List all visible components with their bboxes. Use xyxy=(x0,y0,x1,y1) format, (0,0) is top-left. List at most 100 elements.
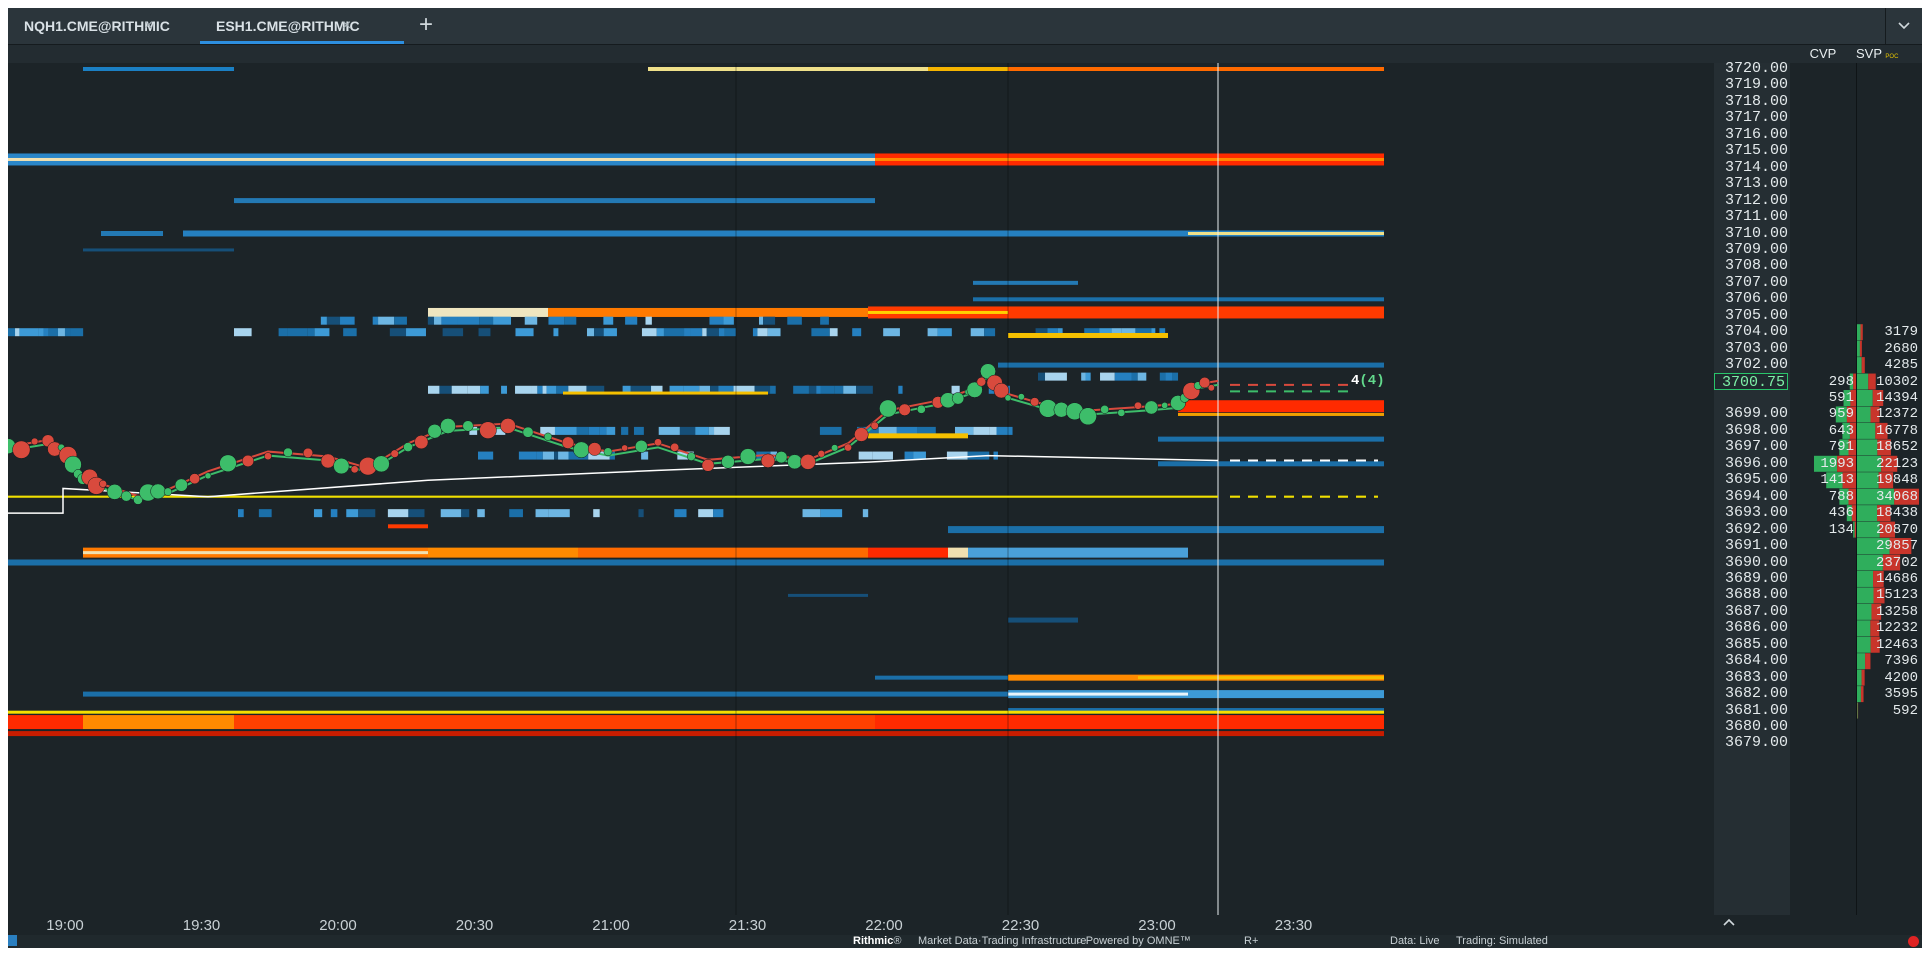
liquidity-band xyxy=(868,433,968,439)
liquidity-cell xyxy=(38,328,44,337)
liquidity-band xyxy=(1138,676,1384,680)
tab-nqh1[interactable]: NQH1.CME@RITHMIC × xyxy=(8,8,200,44)
svp-value: 14394 xyxy=(1875,390,1918,406)
cvp-value: 1993 xyxy=(1820,455,1854,472)
time-axis[interactable]: 19:00 19:30 20:00 20:30 21:00 21:30 22:00 22:30… xyxy=(8,915,1714,935)
liquidity-band xyxy=(548,307,868,317)
liquidity-cell xyxy=(537,385,543,394)
liquidity-cell xyxy=(358,509,376,518)
liquidity-band xyxy=(563,391,768,395)
liquidity-cell xyxy=(451,385,468,394)
svp-buy-bar xyxy=(1857,587,1874,604)
tab-esh1[interactable]: ESH1.CME@RITHMIC × xyxy=(200,8,404,44)
liquidity-cell xyxy=(346,509,359,518)
plus-icon[interactable]: + xyxy=(412,12,440,40)
cvp-value: 1413 xyxy=(1820,472,1854,489)
sell-bubble xyxy=(99,479,107,488)
cvp-value: 791 xyxy=(1828,439,1854,456)
liquidity-cell xyxy=(326,316,341,325)
time-label: 22:00 xyxy=(865,917,903,934)
liquidity-cell xyxy=(679,426,696,435)
svp-value: 592 xyxy=(1892,702,1918,719)
close-icon[interactable]: × xyxy=(342,17,351,35)
price-tick: 3686.00 xyxy=(1724,619,1788,637)
liquidity-cell xyxy=(843,385,857,394)
liquidity-cell xyxy=(554,451,559,460)
heatmap-chart[interactable] xyxy=(8,63,1714,915)
svp-value: 16778 xyxy=(1875,422,1918,439)
svp-buy-bar xyxy=(1857,570,1874,587)
powered-by-label: Powered by OMNE™ xyxy=(1085,935,1191,947)
price-tick: 3720.00 xyxy=(1724,60,1788,77)
liquidity-band xyxy=(1188,232,1384,235)
time-label: 23:30 xyxy=(1274,917,1313,934)
liquidity-cell xyxy=(1137,372,1147,381)
sell-bubble xyxy=(500,418,516,434)
tab-bar: NQH1.CME@RITHMIC × ESH1.CME@RITHMIC × + xyxy=(8,8,1922,45)
svp-header-label: SVP xyxy=(1856,46,1882,61)
r-plus-badge[interactable]: R+ xyxy=(1244,935,1258,948)
cvp-value: 134 xyxy=(1828,521,1854,538)
price-axis[interactable]: 3720.00 3719.00 3718.00 3717.00 3716.00 3715.… xyxy=(1714,60,1790,915)
svp-value: 29857 xyxy=(1875,538,1918,555)
buy-bubble xyxy=(787,454,803,470)
cvp-value: 591 xyxy=(1828,390,1854,406)
buy-bubble xyxy=(440,418,456,434)
price-tick: 3713.00 xyxy=(1724,175,1788,193)
sell-bubble xyxy=(479,421,497,439)
price-tick: 3704.00 xyxy=(1724,323,1788,341)
liquidity-band xyxy=(83,691,1008,697)
cvp-header[interactable]: CVP xyxy=(1790,45,1856,63)
buy-bubble xyxy=(120,490,132,502)
sell-bubble xyxy=(241,454,255,467)
price-tick: 3718.00 xyxy=(1724,92,1788,110)
liquidity-cell xyxy=(603,328,617,337)
liquidity-cell xyxy=(1172,372,1179,381)
sell-bubble xyxy=(817,450,826,458)
price-tick: 3696.00 xyxy=(1724,454,1788,472)
close-icon[interactable]: × xyxy=(144,17,153,35)
liquidity-cell xyxy=(313,509,323,518)
liquidity-cell xyxy=(467,385,481,394)
liquidity-band xyxy=(1158,461,1384,467)
sell-bubble xyxy=(264,452,272,461)
time-label: 20:00 xyxy=(319,917,357,934)
liquidity-cell xyxy=(389,328,407,337)
chevron-down-icon[interactable] xyxy=(1885,8,1922,44)
liquidity-cell xyxy=(1045,372,1067,381)
liquidity-cell xyxy=(820,316,829,325)
liquidity-cell xyxy=(501,385,507,394)
liquidity-cell xyxy=(478,328,491,337)
price-tick: 3710.00 xyxy=(1724,224,1788,242)
svp-buy-bar xyxy=(1857,669,1862,686)
liquidity-band xyxy=(875,157,1384,161)
liquidity-cell xyxy=(996,426,1013,435)
liquidity-band xyxy=(83,551,428,555)
svp-buy-bar xyxy=(1857,702,1858,719)
liquidity-band xyxy=(1008,692,1188,696)
chevron-up-icon[interactable] xyxy=(1714,915,1744,935)
liquidity-cell xyxy=(695,426,709,435)
data-status: Data: Live xyxy=(1390,935,1440,947)
buy-bubble xyxy=(106,484,123,500)
liquidity-cell xyxy=(625,316,638,325)
buy-bubble xyxy=(1079,407,1097,426)
svp-buy-bar xyxy=(1857,340,1860,357)
buy-bubble xyxy=(372,455,390,473)
price-tick: 3716.00 xyxy=(1724,125,1788,143)
liquidity-cell xyxy=(816,385,821,394)
sell-bubble xyxy=(390,449,399,458)
svp-buy-bar xyxy=(1857,439,1878,456)
buy-bubble xyxy=(686,452,696,461)
price-tick: 3705.00 xyxy=(1724,306,1788,324)
svp-header[interactable]: SVP POC xyxy=(1856,45,1922,63)
liquidity-cell xyxy=(546,385,557,394)
buy-bubble xyxy=(283,447,293,458)
sell-bubble xyxy=(870,421,879,430)
liquidity-cell xyxy=(70,328,84,337)
svp-value: 22123 xyxy=(1875,455,1918,472)
liquidity-cell xyxy=(58,328,65,337)
liquidity-cell xyxy=(599,426,607,435)
liquidity-band xyxy=(83,248,234,252)
sell-bubble xyxy=(561,436,575,449)
